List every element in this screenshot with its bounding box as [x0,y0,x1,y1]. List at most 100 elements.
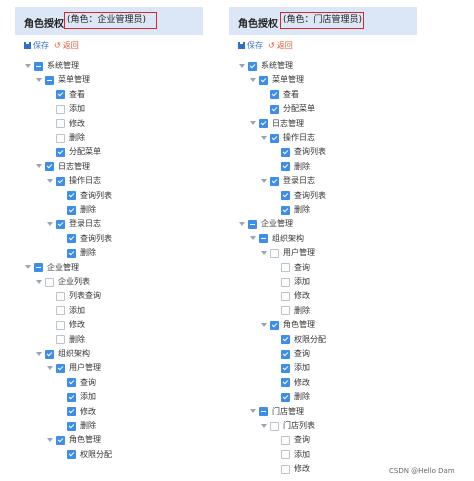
expand-caret-icon[interactable] [238,221,245,228]
expand-caret-icon[interactable] [35,279,42,286]
tree-node[interactable]: 分配菜单 [260,103,315,115]
node-checkbox[interactable] [67,407,76,417]
tree-node[interactable]: 门店列表 [260,420,315,432]
node-checkbox[interactable] [259,234,268,244]
expand-caret-icon[interactable] [46,221,53,228]
expand-caret-icon[interactable] [260,423,267,430]
node-checkbox[interactable] [56,147,65,157]
tree-node[interactable]: 删除 [57,204,96,216]
node-checkbox[interactable] [281,277,290,287]
expand-caret-icon[interactable] [249,235,256,242]
node-checkbox[interactable] [270,104,279,114]
expand-caret-icon[interactable] [260,322,267,329]
node-checkbox[interactable] [56,363,65,373]
expand-caret-icon[interactable] [46,178,53,185]
tree-node[interactable]: 删除 [46,334,85,346]
node-checkbox[interactable] [270,248,279,258]
node-checkbox[interactable] [281,363,290,373]
tree-node[interactable]: 删除 [271,204,310,216]
node-checkbox[interactable] [56,335,65,345]
node-checkbox[interactable] [45,162,54,172]
expand-caret-icon[interactable] [260,135,267,142]
tree-node[interactable]: 添加 [46,103,85,115]
tree-node[interactable]: 日志管理 [35,161,90,173]
expand-caret-icon[interactable] [24,63,31,70]
tree-node[interactable]: 菜单管理 [249,74,304,86]
tree-node[interactable]: 修改 [57,406,96,418]
node-checkbox[interactable] [281,450,290,460]
expand-caret-icon[interactable] [238,63,245,70]
node-checkbox[interactable] [56,133,65,143]
tree-node[interactable]: 添加 [271,449,310,461]
node-checkbox[interactable] [259,407,268,417]
node-checkbox[interactable] [67,205,76,215]
tree-node[interactable]: 登录日志 [260,175,315,187]
tree-node[interactable]: 操作日志 [260,132,315,144]
expand-caret-icon[interactable] [249,408,256,415]
tree-node[interactable]: 修改 [271,463,310,475]
tree-node[interactable]: 删除 [271,161,310,173]
expand-caret-icon[interactable] [249,77,256,84]
back-button[interactable]: ↺ 返回 [268,40,293,51]
node-checkbox[interactable] [56,306,65,316]
node-checkbox[interactable] [56,176,65,186]
tree-node[interactable]: 修改 [46,118,85,130]
tree-node[interactable]: 企业管理 [238,218,293,230]
tree-node[interactable]: 查询列表 [57,190,112,202]
tree-node[interactable]: 查看 [46,89,85,101]
node-checkbox[interactable] [270,176,279,186]
tree-node[interactable]: 修改 [271,290,310,302]
tree-node[interactable]: 删除 [57,420,96,432]
node-checkbox[interactable] [270,421,279,431]
tree-node[interactable]: 角色管理 [46,434,101,446]
tree-node[interactable]: 登录日志 [46,218,101,230]
node-checkbox[interactable] [281,392,290,402]
expand-caret-icon[interactable] [35,351,42,358]
expand-caret-icon[interactable] [260,250,267,257]
node-checkbox[interactable] [67,392,76,402]
tree-node[interactable]: 日志管理 [249,118,304,130]
tree-node[interactable]: 查询列表 [271,146,326,158]
node-checkbox[interactable] [281,263,290,273]
node-checkbox[interactable] [67,234,76,244]
tree-node[interactable]: 企业管理 [24,262,79,274]
node-checkbox[interactable] [56,291,65,301]
tree-node[interactable]: 删除 [57,247,96,259]
expand-caret-icon[interactable] [249,120,256,127]
tree-node[interactable]: 删除 [271,391,310,403]
tree-node[interactable]: 查询 [271,262,310,274]
tree-node[interactable]: 操作日志 [46,175,101,187]
node-checkbox[interactable] [259,119,268,129]
node-checkbox[interactable] [248,61,257,71]
tree-node[interactable]: 修改 [271,377,310,389]
save-button[interactable]: 保存 [238,40,263,51]
node-checkbox[interactable] [34,263,43,273]
tree-node[interactable]: 添加 [46,305,85,317]
tree-node[interactable]: 权限分配 [271,334,326,346]
tree-node[interactable]: 企业列表 [35,276,90,288]
tree-node[interactable]: 查询 [57,377,96,389]
node-checkbox[interactable] [45,277,54,287]
node-checkbox[interactable] [67,191,76,201]
node-checkbox[interactable] [270,320,279,330]
node-checkbox[interactable] [281,147,290,157]
tree-node[interactable]: 权限分配 [57,449,112,461]
node-checkbox[interactable] [56,90,65,100]
expand-caret-icon[interactable] [24,264,31,271]
tree-node[interactable]: 添加 [271,362,310,374]
expand-caret-icon[interactable] [46,365,53,372]
tree-node[interactable]: 添加 [57,391,96,403]
tree-node[interactable]: 修改 [46,319,85,331]
node-checkbox[interactable] [281,205,290,215]
tree-node[interactable]: 用户管理 [260,247,315,259]
tree-node[interactable]: 查询 [271,434,310,446]
node-checkbox[interactable] [45,75,54,85]
tree-node[interactable]: 系统管理 [24,60,79,72]
node-checkbox[interactable] [281,162,290,172]
tree-node[interactable]: 组织架构 [35,348,90,360]
node-checkbox[interactable] [270,90,279,100]
node-checkbox[interactable] [34,61,43,71]
node-checkbox[interactable] [281,306,290,316]
tree-node[interactable]: 组织架构 [249,233,304,245]
node-checkbox[interactable] [56,435,65,445]
